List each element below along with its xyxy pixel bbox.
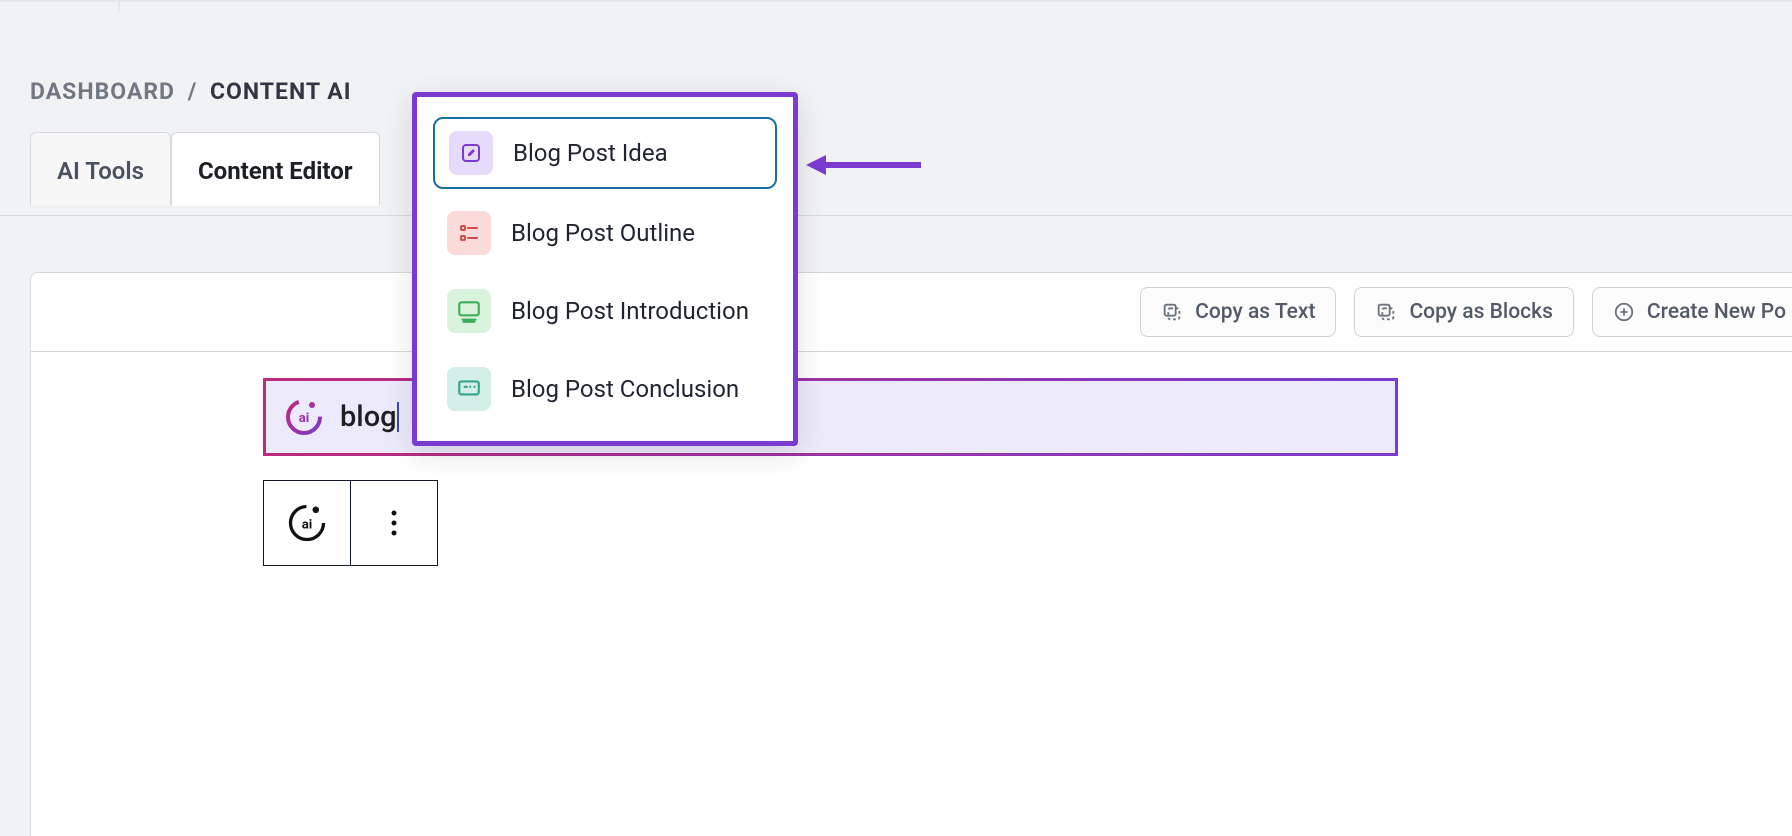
copy-icon [1161,301,1183,323]
breadcrumb-separator: / [182,78,204,105]
ai-tool-dropdown: Blog Post Idea Blog Post Outline Blog Po… [412,92,798,446]
dropdown-item-blog-post-conclusion[interactable]: Blog Post Conclusion [433,355,777,423]
more-options-button[interactable] [351,481,437,565]
copy-as-text-label: Copy as Text [1195,300,1315,324]
tabs: AI Tools Content Editor [30,132,380,205]
tab-content-editor[interactable]: Content Editor [171,132,380,205]
plus-circle-icon [1613,301,1635,323]
message-question-icon [447,367,491,411]
kebab-icon [390,507,398,539]
breadcrumb-root[interactable]: DASHBOARD [30,78,175,105]
edit-square-icon [449,131,493,175]
dropdown-item-blog-post-introduction[interactable]: Blog Post Introduction [433,277,777,345]
dropdown-item-label: Blog Post Introduction [511,297,749,325]
annotation-arrow [806,150,921,180]
blocks-icon [1375,301,1397,323]
svg-text:ai: ai [302,518,313,533]
block-toolbar: ai [263,480,438,566]
svg-text:ai: ai [299,411,309,426]
list-icon [447,211,491,255]
ai-prompt-value: blog [340,400,397,434]
monitor-icon [447,289,491,333]
breadcrumb-current: CONTENT AI [210,78,351,105]
dropdown-item-label: Blog Post Outline [511,219,695,247]
editor-toolbar: Copy as Text Copy as Blocks Create New P… [30,272,1792,352]
dropdown-item-label: Blog Post Conclusion [511,375,739,403]
copy-as-text-button[interactable]: Copy as Text [1140,287,1336,337]
dropdown-item-label: Blog Post Idea [513,139,668,167]
breadcrumb: DASHBOARD / CONTENT AI [30,78,351,105]
tab-underline [0,215,1792,216]
dropdown-item-blog-post-idea[interactable]: Blog Post Idea [433,117,777,189]
copy-as-blocks-button[interactable]: Copy as Blocks [1354,287,1573,337]
ai-logo-icon: ai [284,397,324,437]
create-new-post-button[interactable]: Create New Po [1592,287,1792,337]
dropdown-item-blog-post-outline[interactable]: Blog Post Outline [433,199,777,267]
copy-as-blocks-label: Copy as Blocks [1409,300,1552,324]
app-frame: DASHBOARD / CONTENT AI AI Tools Content … [0,0,1792,836]
tab-ai-tools[interactable]: AI Tools [30,132,171,205]
ai-block-button[interactable]: ai [264,481,351,565]
create-new-post-label: Create New Po [1647,300,1786,324]
